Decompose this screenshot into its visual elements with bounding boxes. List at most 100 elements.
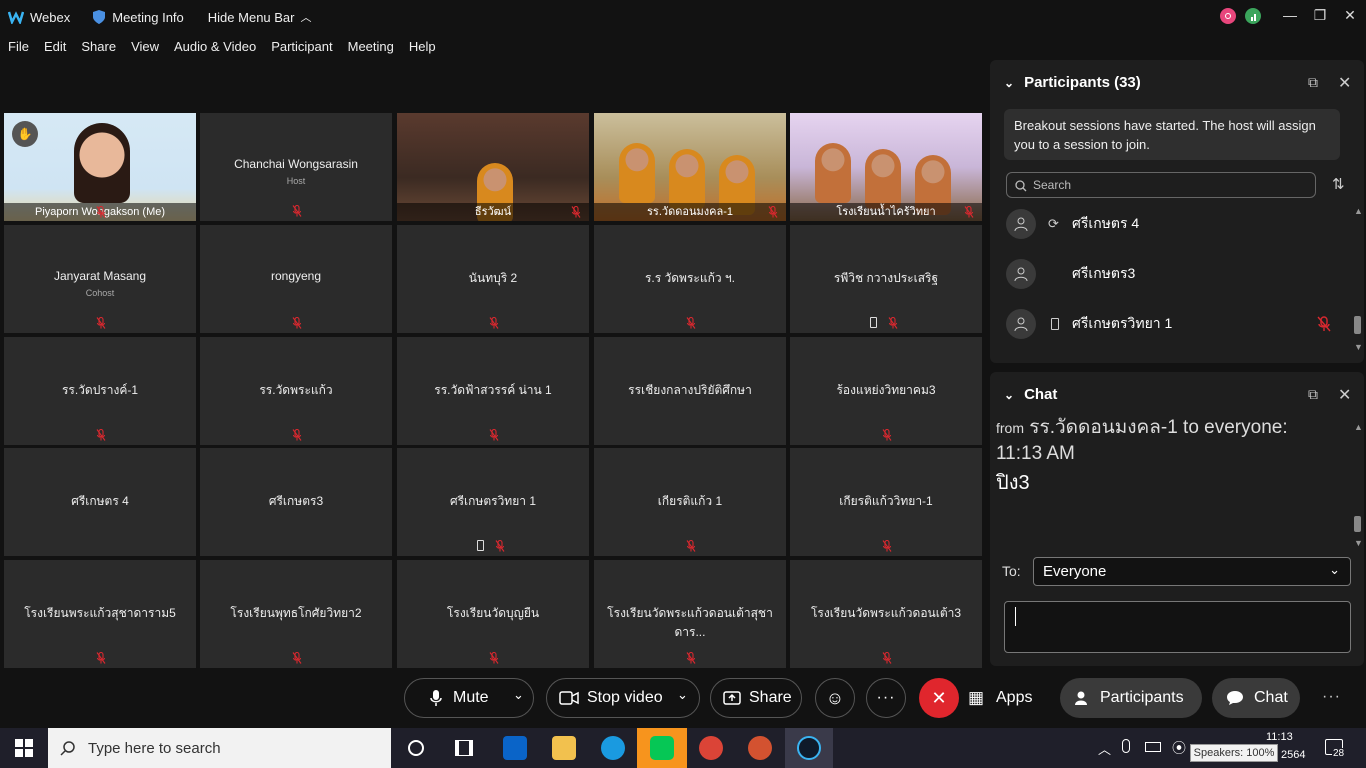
- participant-name: โรงเรียนวัดพระแก้วดอนเต้า3: [810, 606, 962, 620]
- video-tile[interactable]: นันทบุริ 2: [397, 225, 589, 333]
- chrome-icon[interactable]: [699, 736, 723, 760]
- taskbar-search-input[interactable]: Type here to search: [48, 728, 391, 768]
- apps-button[interactable]: ▦ Apps: [964, 678, 1048, 718]
- menu-share[interactable]: Share: [81, 39, 116, 54]
- menu-view[interactable]: View: [131, 39, 159, 54]
- video-tile[interactable]: Chanchai Wongsarasin Host: [200, 113, 392, 221]
- video-tile[interactable]: โรงเรียนวัดบุญยืน: [397, 560, 589, 668]
- menu-help[interactable]: Help: [409, 39, 436, 54]
- participant-row[interactable]: ศรีเกษตร3: [1006, 256, 1336, 292]
- video-tile[interactable]: รร.วัดพระแก้ว: [200, 337, 392, 445]
- close-icon: ✕: [931, 687, 947, 708]
- video-tile[interactable]: รรเชียงกลางปริยัติศึกษา: [594, 337, 786, 445]
- stop-video-label: Stop video: [587, 689, 663, 706]
- hide-menu-bar-button[interactable]: Hide Menu Bar ︿: [208, 0, 312, 34]
- video-tile[interactable]: โรงเรียนน้ำไคร้วิทยา: [790, 113, 982, 221]
- video-tile[interactable]: ✋ Piyaporn Wongakson (Me): [4, 113, 196, 221]
- video-tile[interactable]: ศรีเกษตรวิทยา 1: [397, 448, 589, 556]
- mic-off-icon: [489, 429, 499, 441]
- participant-name: ศรีเกษตร 4: [1072, 215, 1140, 231]
- participants-scrollbar[interactable]: ▲ ▼: [1352, 206, 1363, 352]
- video-tile[interactable]: rongyeng: [200, 225, 392, 333]
- video-tile[interactable]: โรงเรียนวัดพระแก้วดอนเต้า3: [790, 560, 982, 668]
- participant-search-input[interactable]: Search: [1006, 172, 1316, 198]
- participant-row[interactable]: ศรีเกษตรวิทยา 1: [1006, 306, 1336, 342]
- clock-date[interactable]: 2564: [1281, 749, 1305, 761]
- mic-tray-icon[interactable]: [1122, 739, 1130, 753]
- mic-off-icon: [882, 540, 892, 552]
- emoji-icon: ☺: [825, 687, 845, 708]
- chat-scrollbar[interactable]: ▲ ▼: [1352, 422, 1363, 548]
- menu-file[interactable]: File: [8, 39, 29, 54]
- participants-button[interactable]: Participants: [1060, 678, 1202, 718]
- video-tile[interactable]: ธีรวัฒน์: [397, 113, 589, 221]
- recipient-value: Everyone: [1043, 563, 1107, 580]
- speaker-tooltip: Speakers: 100%: [1190, 744, 1278, 762]
- sort-icon[interactable]: ⇅: [1332, 175, 1345, 193]
- chat-label: Chat: [1254, 689, 1288, 706]
- cortana-icon[interactable]: [408, 740, 424, 756]
- powerpoint-icon[interactable]: [748, 736, 772, 760]
- overflow-menu-icon[interactable]: ···: [1322, 688, 1341, 706]
- video-tile[interactable]: ร.ร วัดพระแก้ว ฯ.: [594, 225, 786, 333]
- battery-icon[interactable]: [1145, 742, 1161, 752]
- menu-edit[interactable]: Edit: [44, 39, 66, 54]
- share-label: Share: [749, 689, 792, 706]
- share-button[interactable]: Share: [710, 678, 802, 718]
- popout-icon[interactable]: ⧉: [1308, 74, 1318, 91]
- video-tile[interactable]: รร.วัดฟ้าสวรรค์ น่าน 1: [397, 337, 589, 445]
- line-app-tile[interactable]: [637, 728, 687, 768]
- chat-panel-header[interactable]: ⌄ Chat: [1004, 386, 1057, 403]
- video-tile[interactable]: ศรีเกษตร3: [200, 448, 392, 556]
- video-tile[interactable]: โรงเรียนวัดพระแก้วดอนเต้าสุชาดาร...: [594, 560, 786, 668]
- popout-icon[interactable]: ⧉: [1308, 386, 1318, 403]
- end-call-button[interactable]: ✕: [919, 678, 959, 718]
- video-tile[interactable]: รร.วัดปรางค์-1: [4, 337, 196, 445]
- raise-hand-icon[interactable]: ✋: [12, 121, 38, 147]
- participant-row[interactable]: ⟳ ศรีเกษตร 4: [1006, 206, 1336, 242]
- menu-meeting[interactable]: Meeting: [348, 39, 394, 54]
- outlook-icon[interactable]: [503, 736, 527, 760]
- windows-start-icon[interactable]: [15, 739, 33, 757]
- more-options-button[interactable]: ···: [866, 678, 906, 718]
- video-tile[interactable]: โรงเรียนพระแก้วสุชาดาราม5: [4, 560, 196, 668]
- video-tile[interactable]: ร้องแหย่งวิทยาคม3: [790, 337, 982, 445]
- mute-button[interactable]: Mute ⌄: [404, 678, 534, 718]
- video-tile[interactable]: Janyarat Masang Cohost: [4, 225, 196, 333]
- shield-icon: [93, 10, 106, 24]
- hide-menu-bar-label: Hide Menu Bar: [207, 9, 295, 25]
- file-explorer-icon[interactable]: [552, 736, 576, 760]
- meeting-info-button[interactable]: Meeting Info: [92, 0, 184, 34]
- edge-icon[interactable]: [601, 736, 625, 760]
- menu-participant[interactable]: Participant: [271, 39, 332, 54]
- reactions-button[interactable]: ☺: [815, 678, 855, 718]
- menu-audio-video[interactable]: Audio & Video: [174, 39, 256, 54]
- clock-time[interactable]: 11:13: [1266, 731, 1293, 743]
- webex-taskbar-tile[interactable]: [785, 728, 833, 768]
- close-window-button[interactable]: ✕: [1335, 0, 1365, 30]
- line-icon: [650, 736, 674, 760]
- video-tile[interactable]: โรงเรียนพุทธโกศัยวิทยา2: [200, 560, 392, 668]
- video-tile[interactable]: รร.วัดดอนมงคล-1: [594, 113, 786, 221]
- chat-button[interactable]: Chat: [1212, 678, 1300, 718]
- chat-from-label: from: [996, 420, 1024, 436]
- mic-off-icon: [571, 206, 581, 218]
- recording-indicator-icon[interactable]: [1220, 8, 1236, 24]
- maximize-button[interactable]: ❐: [1305, 0, 1335, 30]
- windows-taskbar: Type here to search ︿ ⦿ Speakers: 100% 1…: [0, 728, 1366, 768]
- wifi-icon[interactable]: ⦿: [1172, 738, 1186, 758]
- chevron-up-icon[interactable]: ︿: [1098, 739, 1111, 758]
- recipient-select[interactable]: Everyone ⌄: [1033, 557, 1351, 586]
- video-tile[interactable]: เกียรติแก้ววิทยา-1: [790, 448, 982, 556]
- minimize-button[interactable]: —: [1275, 0, 1305, 30]
- network-stats-icon[interactable]: [1245, 8, 1261, 24]
- chat-input[interactable]: [1004, 601, 1351, 653]
- close-panel-icon[interactable]: ✕: [1338, 385, 1351, 405]
- stop-video-button[interactable]: Stop video ⌄: [546, 678, 700, 718]
- close-panel-icon[interactable]: ✕: [1338, 73, 1351, 93]
- participants-panel-header[interactable]: ⌄ Participants (33): [1004, 74, 1141, 91]
- video-tile[interactable]: รพีวิช กวางประเสริฐ: [790, 225, 982, 333]
- task-view-icon[interactable]: [455, 740, 473, 756]
- video-tile[interactable]: เกียรติแก้ว 1: [594, 448, 786, 556]
- video-tile[interactable]: ศรีเกษตร 4: [4, 448, 196, 556]
